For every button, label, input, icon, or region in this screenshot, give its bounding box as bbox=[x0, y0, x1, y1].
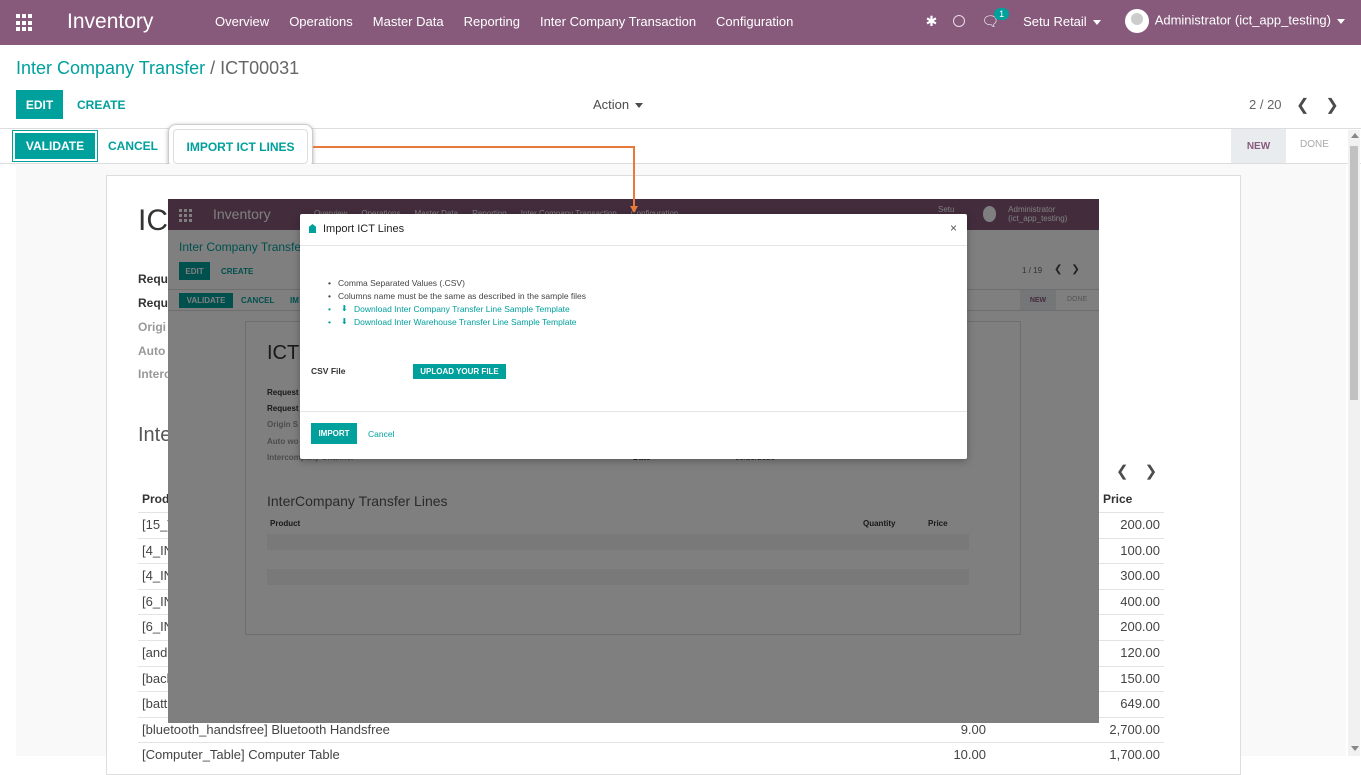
previous-record-icon[interactable]: ❮ bbox=[1296, 95, 1309, 115]
import-instructions: Comma Separated Values (.CSV) Columns na… bbox=[328, 278, 586, 330]
cell-price[interactable]: 1,700.00 bbox=[1080, 747, 1160, 762]
column-header-price[interactable]: Price bbox=[1103, 492, 1132, 506]
apps-menu-icon[interactable] bbox=[16, 14, 34, 32]
import-ict-lines-highlight: IMPORT ICT LINES bbox=[168, 124, 313, 169]
dialog-cancel-button[interactable]: Cancel bbox=[368, 429, 394, 439]
next-record-icon[interactable]: ❯ bbox=[1325, 95, 1338, 115]
callout-arrow-icon bbox=[630, 206, 638, 213]
menu-configuration[interactable]: Configuration bbox=[716, 14, 793, 29]
cell-product[interactable]: [batt bbox=[142, 696, 167, 711]
breadcrumb-separator: / bbox=[210, 58, 216, 78]
navbar-systray: ✱ 🗨 1 Setu Retail Administrator (ict_app_… bbox=[926, 7, 1345, 33]
form-label: Interc bbox=[138, 367, 171, 381]
lines-pager: ❮ ❯ bbox=[1116, 462, 1157, 480]
user-menu[interactable]: Administrator (ict_app_testing) bbox=[1124, 9, 1345, 33]
chat-badge: 1 bbox=[994, 7, 1010, 20]
app-brand[interactable]: Inventory bbox=[67, 10, 153, 34]
cell-product[interactable]: [Computer_Table] Computer Table bbox=[142, 747, 340, 762]
form-title: IC bbox=[138, 204, 168, 237]
chat-icon[interactable]: 🗨 1 bbox=[981, 7, 1010, 30]
pager-value[interactable]: 2 / 20 bbox=[1249, 97, 1282, 112]
stage-done[interactable]: DONE bbox=[1300, 139, 1329, 150]
dialog-footer-divider bbox=[300, 411, 967, 412]
validate-button[interactable]: VALIDATE bbox=[13, 131, 97, 161]
pager-arrows: ❮ ❯ bbox=[1296, 95, 1339, 115]
cell-product[interactable]: [bluetooth_handsfree] Bluetooth Handsfre… bbox=[142, 722, 390, 737]
import-ict-lines-button[interactable]: IMPORT ICT LINES bbox=[173, 129, 308, 164]
top-navbar: Inventory Overview Operations Master Dat… bbox=[0, 0, 1361, 45]
scrollbar-thumb[interactable] bbox=[1350, 146, 1358, 400]
upload-file-button[interactable]: UPLOAD YOUR FILE bbox=[413, 364, 506, 379]
download-interwarehouse-template-link[interactable]: ⬇Download Inter Warehouse Transfer Line … bbox=[328, 317, 586, 327]
csv-file-label: CSV File bbox=[311, 366, 346, 376]
cell-price[interactable]: 2,700.00 bbox=[1080, 722, 1160, 737]
avatar bbox=[1124, 9, 1149, 33]
menu-inter-company-transaction[interactable]: Inter Company Transaction bbox=[540, 14, 696, 29]
instruction-item: Columns name must be the same as describ… bbox=[328, 291, 586, 301]
close-icon[interactable]: × bbox=[950, 221, 957, 235]
cell-quantity[interactable]: 9.00 bbox=[906, 722, 986, 737]
previous-page-icon[interactable]: ❮ bbox=[1116, 462, 1129, 480]
form-label: Requ bbox=[138, 272, 168, 286]
form-label: Origi bbox=[138, 320, 167, 334]
cell-quantity[interactable]: 10.00 bbox=[906, 747, 986, 762]
download-icon: ⬇ bbox=[341, 304, 348, 313]
form-label: Requ bbox=[138, 296, 168, 310]
chevron-down-icon bbox=[635, 103, 644, 109]
download-intercompany-template-link[interactable]: ⬇Download Inter Company Transfer Line Sa… bbox=[328, 304, 586, 314]
main-menu: Overview Operations Master Data Reportin… bbox=[215, 14, 793, 29]
instruction-item: Comma Separated Values (.CSV) bbox=[328, 278, 586, 288]
menu-master-data[interactable]: Master Data bbox=[373, 14, 444, 29]
scroll-down-icon[interactable] bbox=[1351, 746, 1359, 751]
download-icon: ⬇ bbox=[341, 317, 348, 326]
callout-connector bbox=[633, 146, 635, 208]
cancel-button[interactable]: CANCEL bbox=[108, 139, 158, 153]
action-dropdown[interactable]: Action bbox=[593, 97, 644, 112]
stage-new[interactable]: NEW bbox=[1231, 129, 1286, 163]
menu-reporting[interactable]: Reporting bbox=[464, 14, 520, 29]
menu-overview[interactable]: Overview bbox=[215, 14, 269, 29]
lines-section-title: Inte bbox=[138, 424, 172, 446]
breadcrumb-parent[interactable]: Inter Company Transfer bbox=[16, 58, 205, 78]
import-button[interactable]: IMPORT bbox=[311, 423, 357, 444]
form-label: Auto bbox=[138, 344, 166, 358]
breadcrumb-current: ICT00031 bbox=[220, 58, 300, 78]
menu-operations[interactable]: Operations bbox=[289, 14, 353, 29]
edit-button[interactable]: EDIT bbox=[16, 90, 63, 119]
breadcrumb: Inter Company Transfer / ICT00031 bbox=[16, 58, 299, 79]
column-header-product[interactable]: Prod bbox=[142, 492, 169, 506]
company-switcher[interactable]: Setu Retail bbox=[1023, 14, 1101, 29]
dialog-title: Import ICT Lines bbox=[323, 223, 405, 235]
row-divider bbox=[138, 742, 1164, 744]
bug-icon[interactable]: ✱ bbox=[926, 13, 938, 30]
callout-connector bbox=[313, 146, 635, 148]
next-page-icon[interactable]: ❯ bbox=[1145, 462, 1158, 480]
import-ict-lines-dialog: Import ICT Lines × Comma Separated Value… bbox=[300, 214, 967, 459]
clock-icon[interactable] bbox=[953, 15, 966, 27]
create-button[interactable]: CREATE bbox=[77, 98, 125, 112]
scroll-up-icon[interactable] bbox=[1351, 133, 1359, 138]
